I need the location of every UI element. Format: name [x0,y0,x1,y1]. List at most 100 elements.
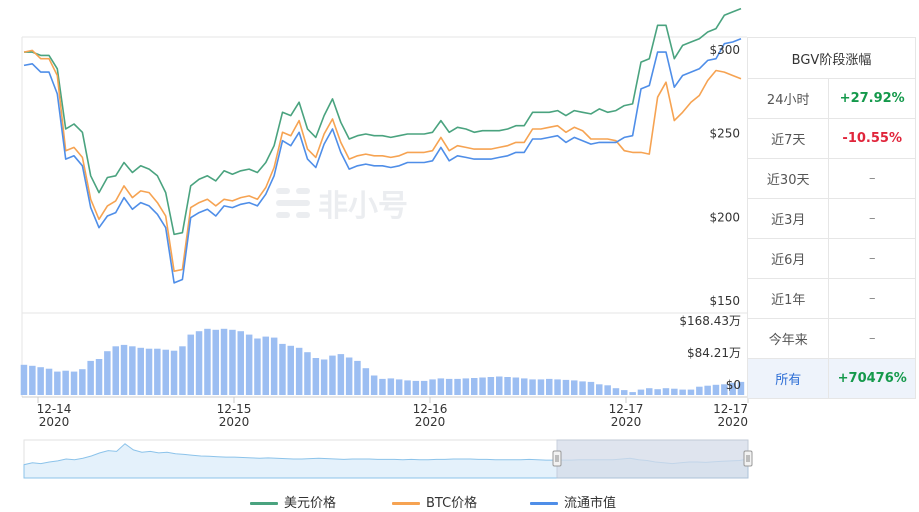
performance-title: BGV阶段涨幅 [747,37,916,79]
volume-bar [120,344,128,395]
volume-bar [245,334,253,395]
volume-bar [496,376,503,395]
performance-period: 近1年 [746,278,830,319]
performance-period: 近6月 [746,238,830,279]
price-series [23,7,742,284]
volume-bar [671,388,678,395]
performance-table: BGV阶段涨幅 24小时 +27.92% 近7天 -10.55% 近30天 – 近3月 – 近6… [746,37,916,399]
x-tick-label: 12-17 [713,402,748,416]
navigator-left-handle[interactable] [552,450,562,467]
performance-row[interactable]: 近1年 – [746,278,916,319]
performance-row[interactable]: 近3月 – [746,198,916,239]
y-tick-label: $150 [709,294,740,308]
volume-bar [187,334,194,395]
x-tick-label: 12-14 [37,402,72,416]
volume-bar [79,369,86,395]
performance-row[interactable]: 近7天 -10.55% [746,118,916,159]
volume-bar [696,386,703,395]
volume-bar [654,389,661,395]
watermark: 非小号 [276,188,408,224]
volume-bar [621,390,628,395]
performance-period: 今年来 [746,318,830,359]
x-tick-year: 2020 [39,415,70,429]
volume-bar [312,358,320,395]
volume-bar [604,385,611,395]
volume-bar [445,378,453,395]
legend-item[interactable]: 美元价格 [250,492,336,511]
volume-bar [337,354,345,395]
volume-bar [395,379,403,395]
volume-bar [579,381,586,395]
volume-bar [204,328,211,395]
navigator-right-handle[interactable] [743,450,753,467]
volume-bar [420,380,428,395]
performance-value: – [828,238,916,279]
volume-bar [662,388,670,395]
volume-bar [379,378,386,395]
volume-bar [454,378,461,395]
performance-value: +27.92% [828,78,916,119]
x-tick-label: 12-16 [413,402,448,416]
legend-swatch-icon [530,502,558,505]
volume-bar [462,378,470,395]
x-tick-year: 2020 [219,415,250,429]
volume-bar [704,385,711,395]
volume-bar [229,329,236,395]
volume-bar [37,367,44,395]
volume-bar [412,380,420,395]
volume-bar [387,378,395,395]
volume-bar [70,371,78,395]
performance-value: +70476% [828,358,916,399]
volume-bar [354,360,361,395]
performance-row[interactable]: 近6月 – [746,238,916,279]
legend-item[interactable]: 流通市值 [530,492,616,511]
performance-row[interactable]: 近30天 – [746,158,916,199]
performance-row[interactable]: 今年来 – [746,318,916,359]
volume-bar [62,370,69,395]
volume-bar [345,357,353,395]
legend-item[interactable]: BTC价格 [392,492,477,511]
series-line-2 [23,49,742,273]
range-navigator[interactable] [23,439,753,479]
volume-bar [479,377,486,395]
volume-bar [521,378,528,395]
volume-bar [471,378,478,395]
volume-bar [687,389,695,395]
volume-bar [679,389,686,395]
volume-bar [295,347,303,395]
legend-swatch-icon [392,502,420,505]
performance-value: -10.55% [828,118,916,159]
volume-bar [537,379,545,395]
volume-bar [279,343,286,395]
volume-bar [129,346,136,395]
volume-bar [195,331,203,395]
volume-bars [20,328,745,395]
volume-bar [629,392,636,395]
y-tick-label: $200 [709,210,740,224]
navigator-selection[interactable] [556,439,749,479]
volume-bar [362,368,370,395]
performance-row[interactable]: 所有 +70476% [746,358,916,399]
performance-period: 所有 [746,358,830,399]
time-x-axis: 12-14202012-15202012-16202012-17202012-1… [37,397,749,429]
performance-period: 近3月 [746,198,830,239]
volume-bar [487,377,495,395]
volume-bar [179,346,186,395]
volume-y-axis: $168.43万 $84.21万 $0 [679,314,741,392]
performance-period: 近30天 [746,158,830,199]
legend-label: 美元价格 [284,496,337,511]
volume-bar [637,389,645,395]
performance-row[interactable]: 24小时 +27.92% [746,78,916,119]
volume-bar [504,377,511,395]
volume-bar [546,378,553,395]
volume-bar [596,384,603,395]
volume-bar [212,329,219,395]
x-tick-year: 2020 [415,415,446,429]
volume-bar [329,355,336,395]
volume-bar [95,359,103,395]
watermark-logo-icon [276,188,310,218]
volume-bar [429,379,436,395]
volume-bar [220,328,228,395]
volume-bar [104,351,111,395]
legend-swatch-icon [250,502,278,505]
